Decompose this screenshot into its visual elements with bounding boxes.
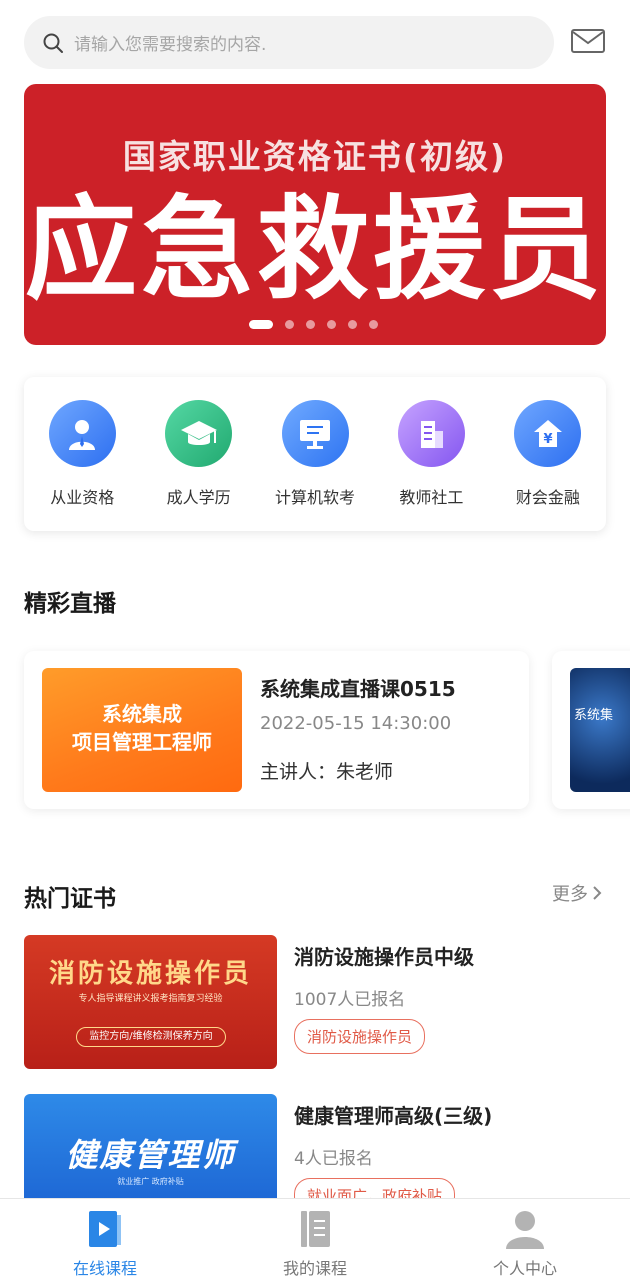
search-icon xyxy=(43,33,63,53)
live-thumbnail: 系统集 xyxy=(570,668,630,792)
yuan-icon: ¥ xyxy=(514,400,582,467)
banner-pagination xyxy=(249,320,378,329)
section-title-live: 精彩直播 xyxy=(24,591,116,617)
banner-title: 应急救援员 xyxy=(25,185,605,315)
banner-dot[interactable] xyxy=(327,320,336,329)
play-book-icon xyxy=(89,1211,121,1247)
banner-dot[interactable] xyxy=(306,320,315,329)
user-icon xyxy=(506,1211,544,1249)
search-bar[interactable]: 请输入您需要搜索的内容. xyxy=(24,16,554,69)
cert-item[interactable]: 消防设施操作员 专人指导课程讲义报考指南复习经验 监控方向/维修检测保养方向 消… xyxy=(24,935,606,1069)
nav-label: 在线课程 xyxy=(72,1259,137,1278)
category-item-teacher-social[interactable]: 教师社工 xyxy=(373,377,489,531)
cert-count: 1007人已报名 xyxy=(294,990,406,1010)
building-icon xyxy=(397,400,465,467)
search-input[interactable]: 请输入您需要搜索的内容. xyxy=(74,30,266,55)
category-label: 计算机软考 xyxy=(275,488,356,507)
category-item-qualification[interactable]: 从业资格 xyxy=(24,377,140,531)
cert-image-sub: 专人指导课程讲义报考指南复习经验 xyxy=(78,994,223,1004)
category-item-finance[interactable]: ¥ 财会金融 xyxy=(490,377,606,531)
category-grid: 从业资格 成人学历 计算机软考 教师社工 ¥ 财会金融 xyxy=(24,377,606,531)
person-icon xyxy=(48,400,116,467)
nav-item-online-courses[interactable]: 在线课程 xyxy=(0,1199,210,1280)
banner-dot[interactable] xyxy=(285,320,294,329)
more-link[interactable]: 更多 xyxy=(552,880,602,906)
live-host: 主讲人：朱老师 xyxy=(260,761,394,783)
live-thumb-text: 系统集 xyxy=(574,708,614,723)
mail-icon[interactable] xyxy=(570,26,606,56)
nav-item-profile[interactable]: 个人中心 xyxy=(420,1199,630,1280)
category-item-computer-exam[interactable]: 计算机软考 xyxy=(257,377,373,531)
live-thumb-line1: 系统集成 xyxy=(102,702,182,726)
nav-item-my-courses[interactable]: 我的课程 xyxy=(210,1199,420,1280)
nav-label: 个人中心 xyxy=(492,1259,557,1278)
live-card[interactable]: 系统集成 项目管理工程师 系统集成直播课0515 2022-05-15 14:3… xyxy=(24,651,529,809)
chevron-right-icon xyxy=(593,886,602,900)
category-label: 从业资格 xyxy=(50,488,115,507)
section-title-hot: 热门证书 xyxy=(24,886,116,912)
category-label: 成人学历 xyxy=(166,488,231,507)
live-time: 2022-05-15 14:30:00 xyxy=(260,713,452,734)
notebook-icon xyxy=(301,1211,330,1247)
more-label: 更多 xyxy=(552,884,588,905)
nav-label: 我的课程 xyxy=(282,1259,347,1278)
cert-name: 健康管理师高级(三级) xyxy=(294,1104,493,1128)
cert-image-title: 健康管理师 xyxy=(65,1136,236,1174)
cert-image: 消防设施操作员 专人指导课程讲义报考指南复习经验 监控方向/维修检测保养方向 xyxy=(24,935,277,1069)
category-label: 教师社工 xyxy=(399,488,464,507)
monitor-icon xyxy=(281,400,349,467)
live-title: 系统集成直播课0515 xyxy=(260,677,456,701)
promo-banner[interactable]: 国家职业资格证书(初级) 应急救援员 xyxy=(24,84,606,345)
graduation-cap-icon xyxy=(165,400,233,467)
bottom-nav: 在线课程 我的课程 个人中心 xyxy=(0,1198,630,1280)
cert-image-sub: 就业推广 政府补贴 xyxy=(117,1177,184,1186)
cert-count: 4人已报名 xyxy=(294,1149,373,1169)
live-thumb-line2: 项目管理工程师 xyxy=(72,730,212,754)
cert-tag: 消防设施操作员 xyxy=(294,1019,426,1054)
banner-dot-active[interactable] xyxy=(249,320,273,329)
banner-dot[interactable] xyxy=(348,320,357,329)
svg-text:¥: ¥ xyxy=(543,432,552,447)
cert-image-pill: 监控方向/维修检测保养方向 xyxy=(76,1027,226,1047)
cert-name: 消防设施操作员中级 xyxy=(294,945,474,969)
cert-image-title: 消防设施操作员 xyxy=(48,959,252,989)
banner-dot[interactable] xyxy=(369,320,378,329)
banner-subtitle: 国家职业资格证书(初级) xyxy=(122,137,508,176)
category-item-adult-education[interactable]: 成人学历 xyxy=(140,377,256,531)
live-card[interactable]: 系统集 xyxy=(552,651,630,809)
live-thumbnail: 系统集成 项目管理工程师 xyxy=(42,668,242,792)
category-label: 财会金融 xyxy=(515,488,580,507)
